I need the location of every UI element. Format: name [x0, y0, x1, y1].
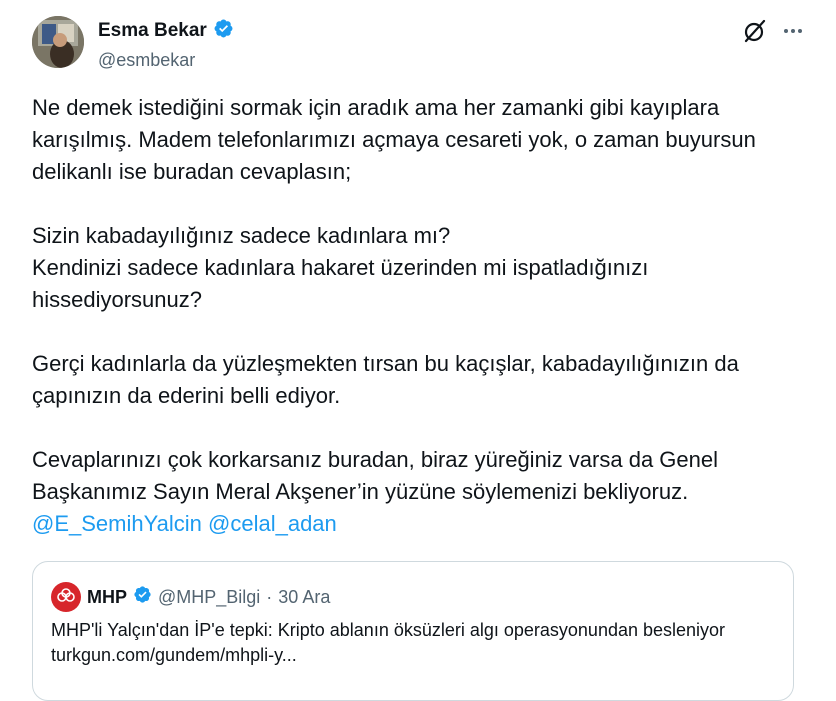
mention-link[interactable]: @celal_adan [208, 511, 337, 536]
meta-separator: · [266, 586, 273, 607]
quoted-tweet-text: MHP'li Yalçın'dan İP'e tepki: Kripto abl… [51, 620, 726, 665]
tweet-paragraph-1: Ne demek istediğini sormak için aradık a… [32, 95, 756, 184]
author-info: Esma Bekar @esmbekar [98, 18, 234, 71]
quoted-tweet-header: MHP @MHP_Bilgi · 30 Ara [51, 582, 330, 612]
tweet-paragraph-2-line-2: Kendinizi sadece kadınlara hakaret üzeri… [32, 255, 649, 312]
verified-badge-icon [133, 585, 152, 609]
quoted-author-handle[interactable]: @MHP_Bilgi [158, 587, 260, 608]
mention-link[interactable]: @E_SemihYalcin [32, 511, 202, 536]
grok-icon[interactable] [742, 18, 768, 49]
quoted-author-name[interactable]: MHP [87, 587, 127, 608]
quoted-tweet-date[interactable]: 30 Ara [278, 587, 330, 608]
author-avatar[interactable] [32, 16, 84, 68]
author-handle[interactable]: @esmbekar [98, 50, 234, 71]
avatar-image [32, 16, 84, 68]
tweet-paragraph-4: Cevaplarınızı çok korkarsanız buradan, b… [32, 447, 719, 504]
mentions-line: @E_SemihYalcin @celal_adan [32, 508, 812, 540]
tweet-text: Ne demek istediğini sormak için aradık a… [32, 92, 812, 540]
verified-badge-icon [213, 18, 234, 44]
author-name[interactable]: Esma Bekar [98, 20, 207, 42]
quoted-tweet[interactable]: MHP @MHP_Bilgi · 30 Ara MHP'li Yalçın'da… [32, 561, 794, 701]
more-icon[interactable] [782, 20, 804, 47]
tweet-paragraph-3: Gerçi kadınlarla da yüzleşmekten tırsan … [32, 351, 739, 408]
tweet-actions [742, 18, 804, 49]
tweet-paragraph-2-line-1: Sizin kabadayılığınız sadece kadınlara m… [32, 223, 451, 248]
mhp-logo-icon [51, 582, 81, 612]
